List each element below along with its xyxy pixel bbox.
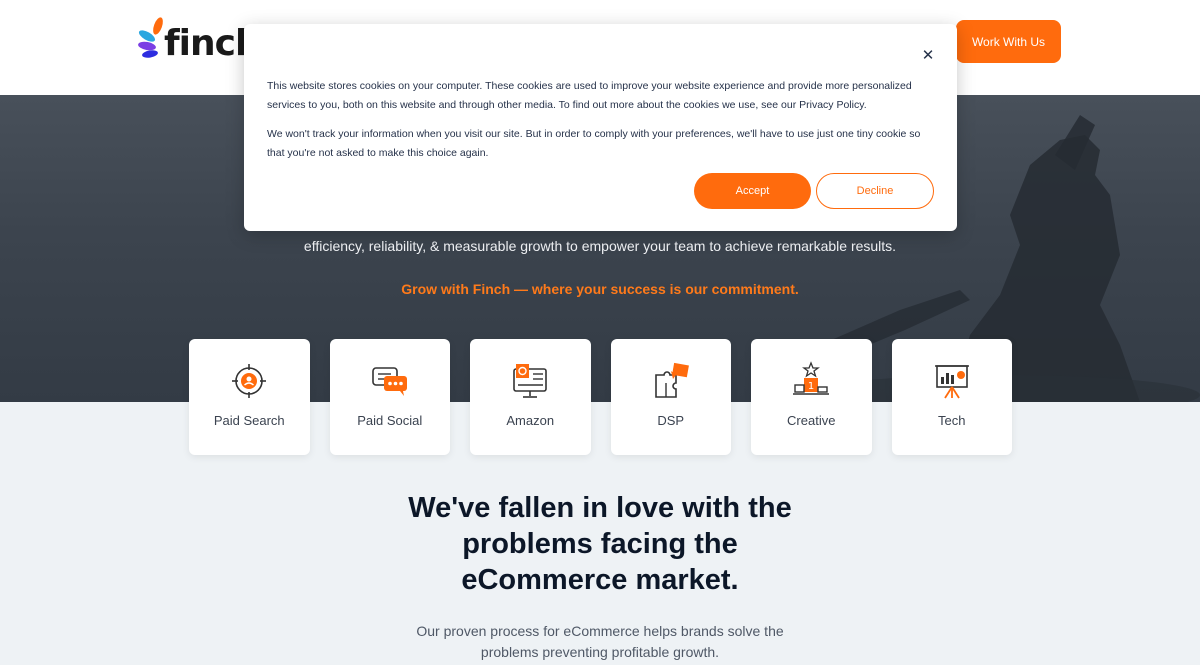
chat-bubble-icon <box>371 367 407 396</box>
hero-tagline: Grow with Finch — where your success is … <box>401 281 799 297</box>
target-icon <box>232 364 267 398</box>
headline-line-1: We've fallen in love with the <box>408 492 792 524</box>
finch-logo[interactable]: finch <box>138 14 261 64</box>
service-card-paid-search[interactable]: Paid Search <box>189 339 310 455</box>
service-card-creative[interactable]: 1 Creative <box>751 339 872 455</box>
svg-text:1: 1 <box>808 381 814 392</box>
service-card-tech[interactable]: Tech <box>891 339 1012 455</box>
service-label: DSP <box>657 413 685 428</box>
service-card-dsp[interactable]: DSP <box>610 339 731 455</box>
cookie-notice-text: This website stores cookies on your comp… <box>267 80 912 111</box>
service-label: Creative <box>787 413 836 428</box>
services-cards: Paid Search Paid Social Amazon DSP 1 Cre… <box>189 339 1012 455</box>
monitor-icon <box>513 364 548 398</box>
section-subtext: Our proven process for eCommerce helps b… <box>0 621 1200 663</box>
hero-description-line-2: efficiency, reliability, & measurable gr… <box>303 238 897 254</box>
presentation-chart-icon <box>934 365 969 399</box>
headline-line-3: eCommerce market. <box>461 564 739 596</box>
service-label: Paid Search <box>213 413 285 428</box>
subtext-line-2: problems preventing profitable growth. <box>480 644 720 660</box>
service-label: Amazon <box>506 413 555 428</box>
finch-petals-icon <box>138 16 168 64</box>
decline-cookies-button[interactable]: Decline <box>816 173 934 209</box>
work-with-us-button[interactable]: Work With Us <box>956 20 1061 63</box>
close-icon[interactable]: ✕ <box>921 47 935 64</box>
headline-line-2: problems facing the <box>462 528 738 560</box>
service-label: Paid Social <box>357 413 423 428</box>
cookie-preference-text: We won't track your information when you… <box>267 128 921 159</box>
accept-cookies-button[interactable]: Accept <box>694 173 811 209</box>
section-headline: We've fallen in love with the problems f… <box>0 490 1200 598</box>
puzzle-icon <box>654 362 689 398</box>
service-label: Tech <box>938 413 966 428</box>
service-card-amazon[interactable]: Amazon <box>470 339 591 455</box>
subtext-line-1: Our proven process for eCommerce helps b… <box>416 623 784 639</box>
service-card-paid-social[interactable]: Paid Social <box>329 339 450 455</box>
award-icon: 1 <box>793 361 830 395</box>
cookie-consent-modal: ✕ This website stores cookies on your co… <box>244 24 957 231</box>
